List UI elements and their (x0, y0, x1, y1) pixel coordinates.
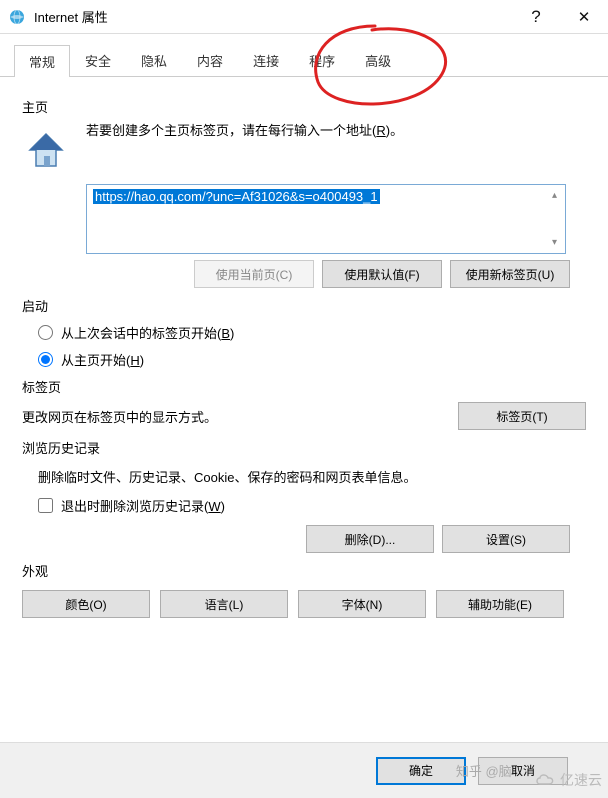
tab-security[interactable]: 安全 (70, 44, 126, 76)
tab-programs[interactable]: 程序 (294, 44, 350, 76)
homepage-url-input[interactable]: https://hao.qq.com/?unc=Af31026&s=o40049… (86, 184, 566, 254)
tabs-desc: 更改网页在标签页中的显示方式。 (22, 407, 458, 426)
history-desc: 删除临时文件、历史记录、Cookie、保存的密码和网页表单信息。 (38, 467, 586, 486)
languages-button[interactable]: 语言(L) (160, 590, 288, 618)
history-settings-button[interactable]: 设置(S) (442, 525, 570, 553)
window-title: Internet 属性 (34, 7, 512, 26)
tab-advanced[interactable]: 高级 (350, 44, 406, 76)
tab-strip: 常规 安全 隐私 内容 连接 程序 高级 (0, 34, 608, 77)
scroll-up-icon[interactable]: ▴ (546, 187, 563, 204)
tab-general[interactable]: 常规 (14, 45, 70, 77)
fonts-button[interactable]: 字体(N) (298, 590, 426, 618)
delete-history-button[interactable]: 删除(D)... (306, 525, 434, 553)
startup-last-session-label[interactable]: 从上次会话中的标签页开始(B) (61, 323, 234, 342)
tabs-settings-button[interactable]: 标签页(T) (458, 402, 586, 430)
close-button[interactable]: ✕ (560, 0, 608, 34)
homepage-desc: 若要创建多个主页标签页，请在每行输入一个地址(R)。 (86, 120, 586, 139)
tab-privacy[interactable]: 隐私 (126, 44, 182, 76)
tab-connections[interactable]: 连接 (238, 44, 294, 76)
startup-homepage-label[interactable]: 从主页开始(H) (61, 350, 144, 369)
tab-content[interactable]: 内容 (182, 44, 238, 76)
ok-button[interactable]: 确定 (376, 757, 466, 785)
delete-on-exit-checkbox[interactable] (38, 498, 53, 513)
use-default-button[interactable]: 使用默认值(F) (322, 260, 442, 288)
startup-section-label: 启动 (22, 296, 586, 315)
home-icon (22, 126, 70, 174)
watermark-yisu: 亿速云 (534, 770, 602, 790)
history-section-label: 浏览历史记录 (22, 438, 586, 457)
accessibility-button[interactable]: 辅助功能(E) (436, 590, 564, 618)
homepage-url-value: https://hao.qq.com/?unc=Af31026&s=o40049… (93, 189, 380, 204)
help-button[interactable]: ? (512, 0, 560, 34)
colors-button[interactable]: 颜色(O) (22, 590, 150, 618)
ie-icon (8, 8, 26, 26)
homepage-section-label: 主页 (22, 97, 586, 116)
watermark-zhihu: 知乎 @脑· (456, 761, 516, 780)
use-newtab-button[interactable]: 使用新标签页(U) (450, 260, 570, 288)
scroll-down-icon[interactable]: ▾ (546, 234, 563, 251)
use-current-button: 使用当前页(C) (194, 260, 314, 288)
appearance-section-label: 外观 (22, 561, 586, 580)
tabs-section-label: 标签页 (22, 377, 586, 396)
startup-last-session-radio[interactable] (38, 325, 53, 340)
startup-homepage-radio[interactable] (38, 352, 53, 367)
delete-on-exit-label[interactable]: 退出时删除浏览历史记录(W) (61, 496, 225, 515)
